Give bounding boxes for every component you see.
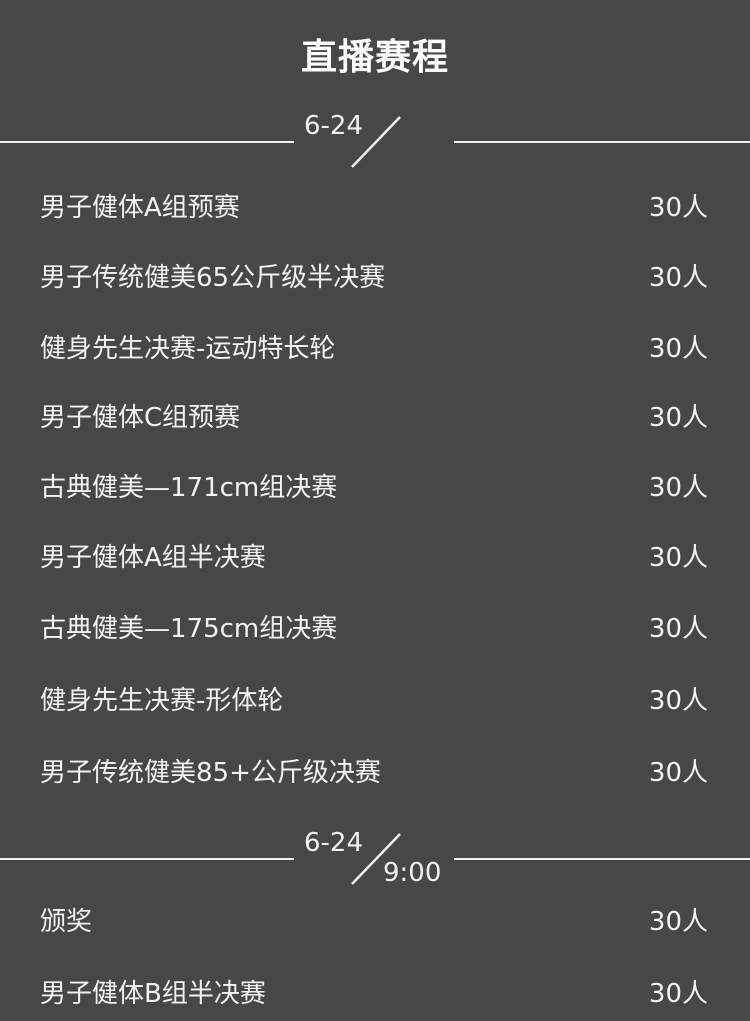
participant-count: 30人 [648,613,708,644]
event-name: 古典健美—175cm组决赛 [40,613,338,644]
participant-count: 30人 [648,192,708,223]
schedule-item[interactable]: 古典健美—175cm组决赛 30人 [0,596,750,656]
participant-count: 30人 [648,978,708,1009]
event-name: 健身先生决赛-运动特长轮 [40,333,336,364]
date-divider: 6-24 [0,111,750,171]
event-name: 古典健美—171cm组决赛 [40,472,338,503]
schedule-item[interactable]: 颁奖 30人 [0,889,750,949]
event-name: 健身先生决赛-形体轮 [40,685,284,716]
participant-count: 30人 [648,472,708,503]
event-name: 男子健体A组半决赛 [40,542,266,573]
event-name: 男子健体B组半决赛 [40,978,266,1009]
divider-line [454,141,750,143]
participant-count: 30人 [648,906,708,937]
event-name: 男子传统健美65公斤级半决赛 [40,262,386,293]
page-title: 直播赛程 [300,37,449,78]
divider-line [0,141,294,143]
participant-count: 30人 [648,542,708,573]
schedule-item[interactable]: 男子传统健美85+公斤级决赛 30人 [0,740,750,800]
date-divider: 6-24 9:00 [0,828,750,888]
divider-line [0,858,294,860]
section-time: 9:00 [383,858,442,888]
participant-count: 30人 [648,262,708,293]
participant-count: 30人 [648,757,708,788]
slash-icon [351,116,401,168]
divider-line [454,858,750,860]
schedule-item[interactable]: 男子健体A组预赛 30人 [0,175,750,235]
participant-count: 30人 [648,333,708,364]
event-name: 男子健体C组预赛 [40,402,241,433]
schedule-item[interactable]: 健身先生决赛-形体轮 30人 [0,668,750,728]
schedule-item[interactable]: 男子健体B组半决赛 30人 [0,961,750,1021]
event-name: 男子健体A组预赛 [40,192,240,223]
event-name: 颁奖 [40,906,93,937]
schedule-item[interactable]: 男子健体C组预赛 30人 [0,385,750,445]
event-name: 男子传统健美85+公斤级决赛 [40,757,381,788]
participant-count: 30人 [648,685,708,716]
schedule-item[interactable]: 男子健体A组半决赛 30人 [0,525,750,585]
schedule-item[interactable]: 健身先生决赛-运动特长轮 30人 [0,316,750,376]
schedule-item[interactable]: 古典健美—171cm组决赛 30人 [0,455,750,515]
schedule-item[interactable]: 男子传统健美65公斤级半决赛 30人 [0,245,750,305]
participant-count: 30人 [648,402,708,433]
